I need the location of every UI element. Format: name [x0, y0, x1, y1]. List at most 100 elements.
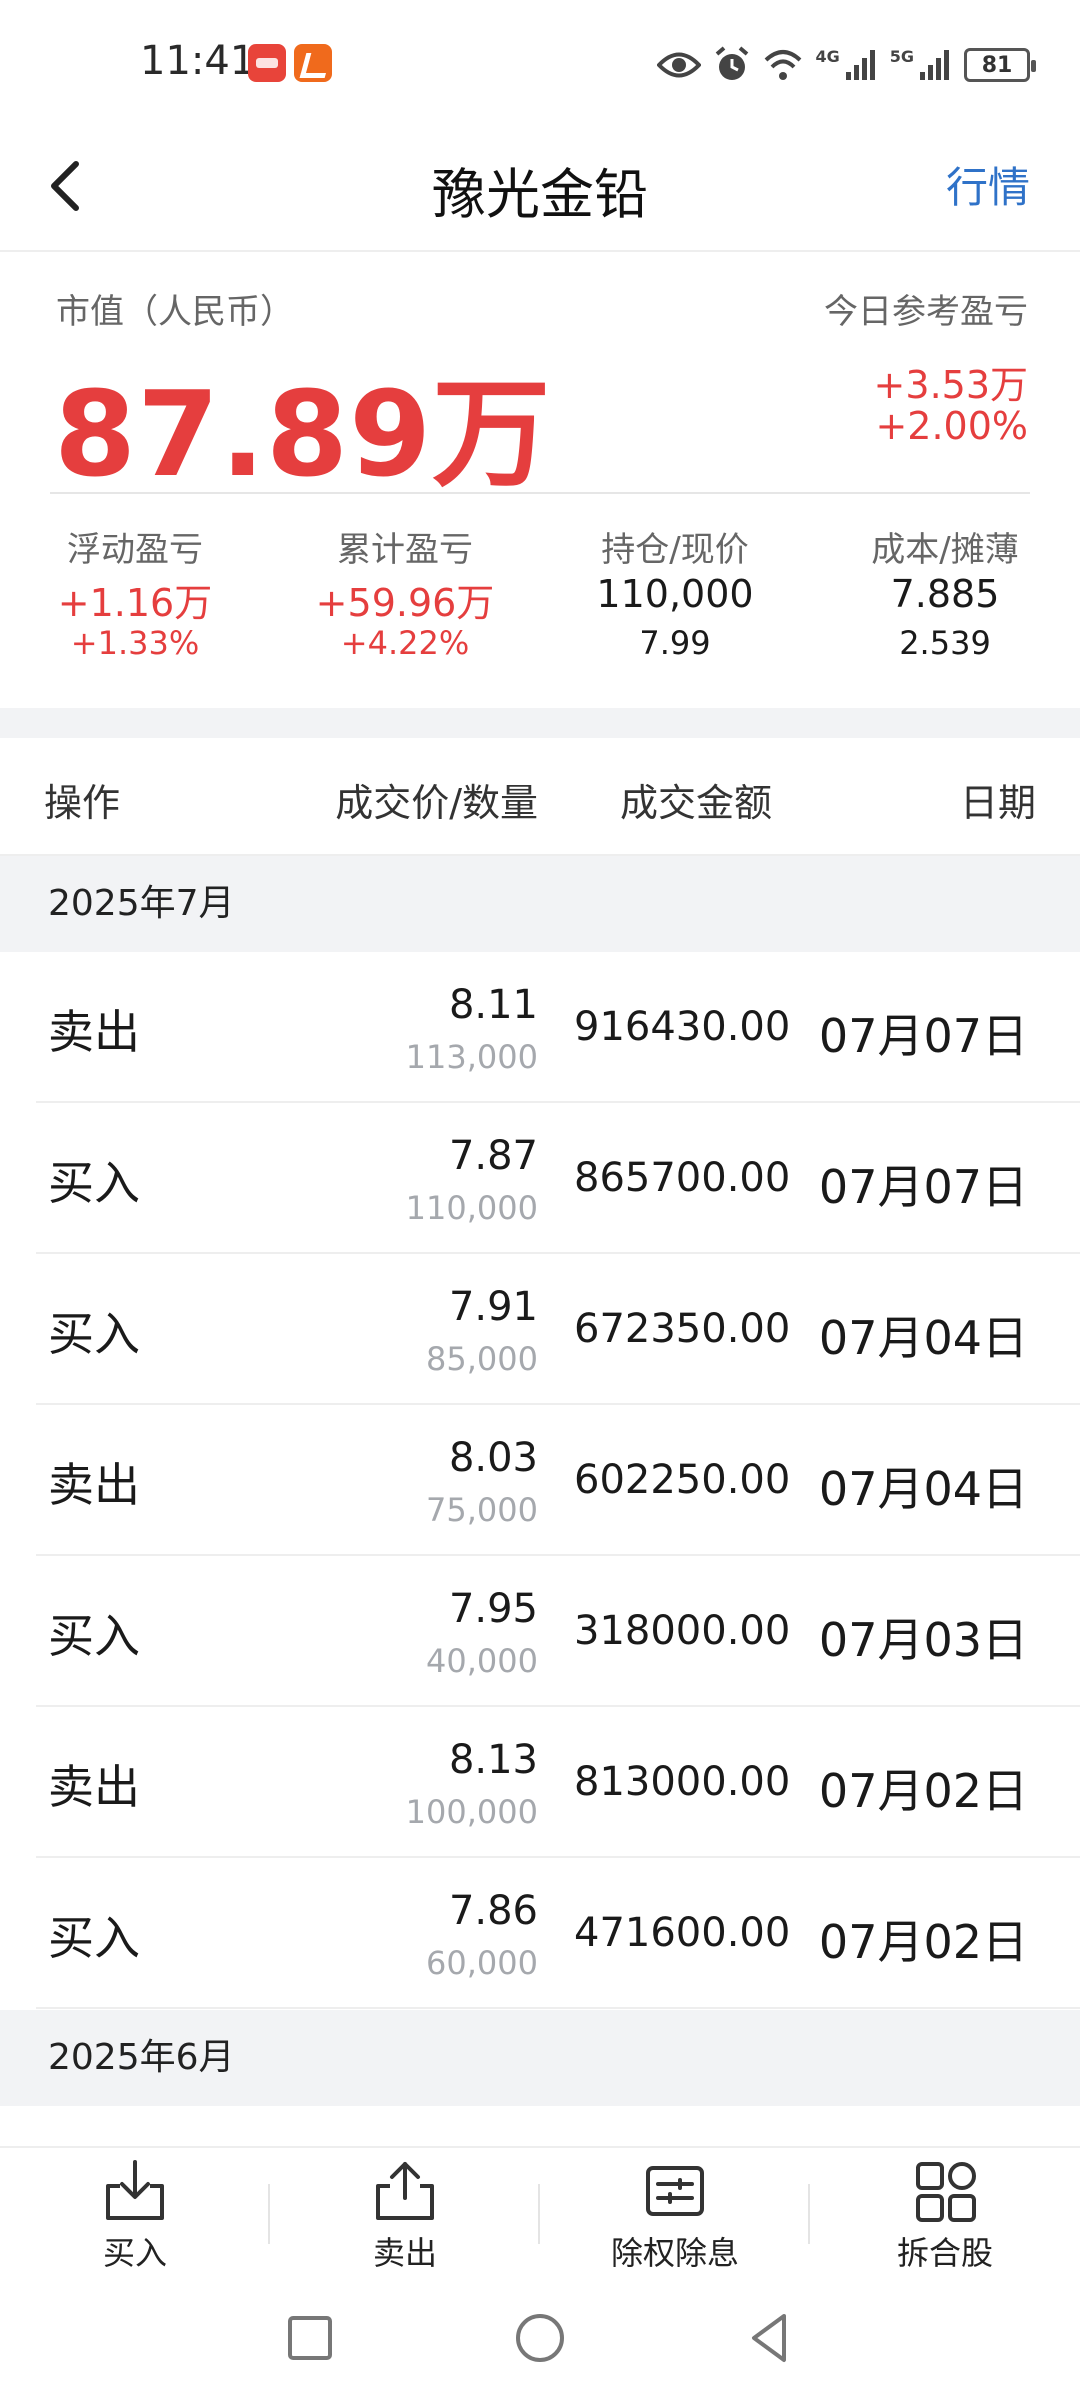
- today-pnl-amount: +3.53万: [873, 363, 1028, 407]
- page-title: 豫光金铅: [432, 163, 648, 226]
- trade-date: 07月02日: [818, 1764, 1028, 1818]
- column-header-price-qty: 成交价/数量: [335, 781, 538, 825]
- stats-row: 浮动盈亏 +1.16万 +1.33% 累计盈亏 +59.96万 +4.22% 持…: [0, 522, 1080, 662]
- split-merge-button[interactable]: 拆合股: [810, 2148, 1080, 2278]
- top-nav-bar: 豫光金铅 行情: [0, 120, 1080, 252]
- market-value-label: 市值（人民币）: [56, 292, 294, 332]
- wifi-icon: [765, 50, 802, 80]
- summary-divider: [50, 492, 1030, 494]
- stat-value: 7.885: [890, 572, 1000, 616]
- network-4g-label: 4G: [815, 46, 840, 66]
- stat-subvalue: +1.33%: [70, 624, 200, 662]
- alarm-icon: [716, 46, 749, 80]
- stat-label: 浮动盈亏: [67, 530, 203, 570]
- ex-rights-label: 除权除息: [610, 2234, 739, 2272]
- month-group-header: 2025年7月: [0, 856, 1080, 952]
- today-pnl-percent: +2.00%: [875, 404, 1028, 448]
- trade-price: 7.91: [448, 1284, 538, 1330]
- trade-price: 7.95: [448, 1586, 538, 1632]
- stat-floating-pnl: 浮动盈亏 +1.16万 +1.33%: [0, 522, 270, 662]
- column-header-date: 日期: [959, 781, 1036, 825]
- trade-price: 8.11: [448, 982, 538, 1028]
- recent-apps-button[interactable]: [280, 2308, 340, 2368]
- trade-date: 07月03日: [818, 1613, 1028, 1667]
- month-group-header: 2025年6月: [0, 2010, 1080, 2106]
- trading-app-icon: [294, 44, 332, 82]
- stat-subvalue: 7.99: [639, 624, 711, 662]
- quote-link[interactable]: 行情: [946, 154, 1030, 215]
- status-bar: 11:41 4G 5G 81: [0, 0, 1080, 120]
- trade-quantity: 100,000: [405, 1793, 538, 1831]
- ex-rights-button[interactable]: 除权除息: [540, 2148, 810, 2278]
- trade-price: 8.03: [448, 1435, 538, 1481]
- stat-cost: 成本/摊薄 7.885 2.539: [810, 522, 1080, 662]
- position-summary: 市值（人民币） 87.89万 今日参考盈亏 +3.53万 +2.00% 浮动盈亏…: [0, 254, 1080, 708]
- trade-row[interactable]: 卖出 8.11 113,000 916430.00 07月07日: [0, 952, 1080, 1103]
- trade-action: 买入: [48, 1911, 140, 1965]
- adjust-sliders-icon: [646, 2166, 704, 2216]
- section-gap: [0, 708, 1080, 738]
- trade-action: 买入: [48, 1609, 140, 1663]
- system-back-button[interactable]: [740, 2308, 800, 2368]
- signal-icon-1: [845, 50, 875, 80]
- stat-label: 成本/摊薄: [871, 530, 1019, 570]
- trade-date: 07月04日: [818, 1311, 1028, 1365]
- bottom-toolbar: 买入 卖出 除权除息 拆合股: [0, 2146, 1080, 2278]
- trade-row[interactable]: 买入 7.86 60,000 471600.00 07月02日: [0, 1858, 1080, 2009]
- stat-label: 累计盈亏: [337, 530, 473, 570]
- trade-amount: 813000.00: [574, 1759, 791, 1805]
- battery-icon: 81: [964, 48, 1036, 82]
- trade-row-partial[interactable]: [0, 2106, 1080, 2146]
- stat-value: +59.96万: [315, 581, 495, 625]
- buy-button[interactable]: 买入: [0, 2148, 270, 2278]
- trade-action: 买入: [48, 1307, 140, 1361]
- download-tray-icon: [106, 2160, 164, 2220]
- signal-icon-2: [920, 50, 949, 80]
- eye-icon: [657, 52, 702, 78]
- status-icons: 4G 5G 81: [657, 40, 1036, 90]
- trade-price: 7.87: [448, 1133, 538, 1179]
- trade-amount: 865700.00: [574, 1155, 791, 1201]
- trade-date: 07月07日: [818, 1009, 1028, 1063]
- column-header-amount: 成交金额: [620, 781, 773, 825]
- trade-quantity: 110,000: [405, 1189, 538, 1227]
- market-value: 87.89万: [54, 365, 552, 503]
- trade-price: 8.13: [448, 1737, 538, 1783]
- home-button[interactable]: [510, 2308, 570, 2368]
- stat-cumulative-pnl: 累计盈亏 +59.96万 +4.22%: [270, 522, 540, 662]
- grid-icon: [916, 2162, 976, 2222]
- trade-date: 07月07日: [818, 1160, 1028, 1214]
- sell-label: 卖出: [372, 2234, 437, 2272]
- triangle-back-icon: [752, 2314, 786, 2362]
- square-icon: [288, 2316, 332, 2360]
- trade-quantity: 113,000: [405, 1038, 538, 1076]
- today-pnl-label: 今日参考盈亏: [824, 292, 1028, 332]
- trade-row[interactable]: 买入 7.91 85,000 672350.00 07月04日: [0, 1254, 1080, 1405]
- buy-label: 买入: [102, 2234, 167, 2272]
- trade-action: 买入: [48, 1156, 140, 1210]
- trade-date: 07月02日: [818, 1915, 1028, 1969]
- status-time: 11:41: [140, 38, 256, 84]
- stat-subvalue: 2.539: [899, 624, 991, 662]
- stat-value: +1.16万: [57, 581, 213, 625]
- system-nav-bar: [0, 2278, 1080, 2400]
- stat-holding-price: 持仓/现价 110,000 7.99: [540, 522, 810, 662]
- stat-subvalue: +4.22%: [340, 624, 470, 662]
- trade-action: 卖出: [48, 1005, 140, 1059]
- sell-button[interactable]: 卖出: [270, 2148, 540, 2278]
- trade-row[interactable]: 买入 7.87 110,000 865700.00 07月07日: [0, 1103, 1080, 1254]
- trade-row[interactable]: 卖出 8.03 75,000 602250.00 07月04日: [0, 1405, 1080, 1556]
- trade-list: 卖出 8.11 113,000 916430.00 07月07日 买入 7.87…: [0, 952, 1080, 2009]
- trade-row[interactable]: 卖出 8.13 100,000 813000.00 07月02日: [0, 1707, 1080, 1858]
- trade-row[interactable]: 买入 7.95 40,000 318000.00 07月03日: [0, 1556, 1080, 1707]
- upload-tray-icon: [376, 2162, 434, 2220]
- trade-table-header: 操作 成交价/数量 成交金额 日期: [0, 738, 1080, 856]
- trade-price: 7.86: [448, 1888, 538, 1934]
- circle-icon: [516, 2314, 564, 2362]
- trade-quantity: 75,000: [426, 1491, 538, 1529]
- trade-quantity: 60,000: [426, 1944, 538, 1982]
- trade-amount: 471600.00: [574, 1910, 791, 1956]
- split-merge-label: 拆合股: [896, 2234, 993, 2272]
- trade-amount: 318000.00: [574, 1608, 791, 1654]
- trade-amount: 916430.00: [574, 1004, 791, 1050]
